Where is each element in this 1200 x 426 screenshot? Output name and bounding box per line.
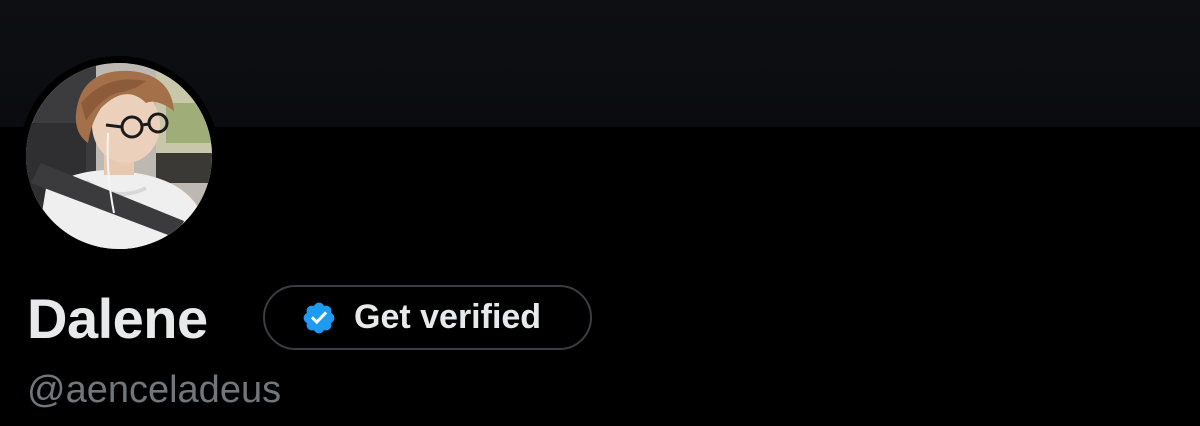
- display-name: Dalene: [27, 287, 208, 350]
- avatar[interactable]: [26, 63, 212, 249]
- user-handle: @aenceladeus: [27, 369, 282, 411]
- get-verified-button[interactable]: Get verified: [263, 285, 592, 350]
- verified-badge-icon: [301, 300, 337, 336]
- avatar-photo: [26, 63, 212, 249]
- get-verified-label: Get verified: [354, 298, 542, 336]
